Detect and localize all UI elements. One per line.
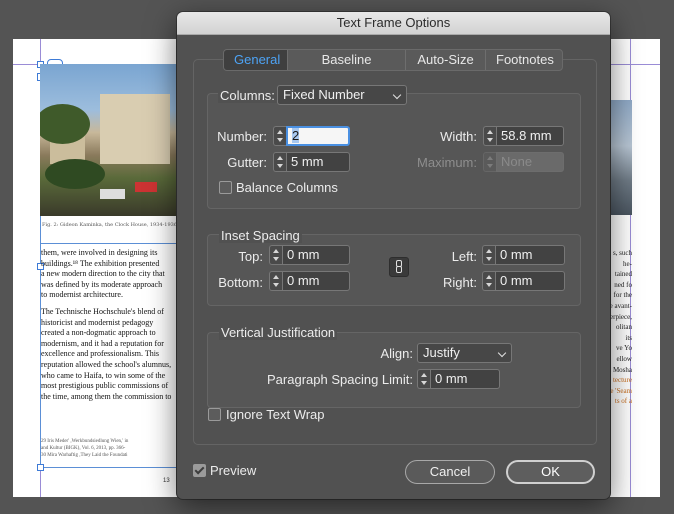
tab-baseline-options[interactable]: Baseline Options: [288, 50, 406, 70]
width-label: Width:: [440, 129, 477, 144]
paragraph-spacing-stepper[interactable]: [417, 369, 430, 389]
frame-handle[interactable]: [37, 464, 44, 471]
paragraph: them, were involved in designing its bui…: [41, 248, 181, 301]
text-line: excellence and professionalism. This: [41, 349, 160, 359]
columns-type-value: Fixed Number: [283, 87, 365, 102]
gutter-stepper[interactable]: [273, 152, 286, 172]
text-line: modernism, and it had a reputation for: [41, 338, 164, 348]
maximum-field: None: [483, 152, 564, 172]
inset-top-input[interactable]: 0 mm: [282, 245, 350, 265]
text-line: created a non-dogmatic approach to: [41, 328, 156, 338]
columns-type-select[interactable]: Fixed Number: [277, 85, 407, 105]
inset-bottom-stepper[interactable]: [269, 271, 282, 291]
cancel-button[interactable]: Cancel: [405, 460, 495, 484]
ok-button[interactable]: OK: [506, 460, 595, 484]
text-line: the time, among them the commission to: [41, 391, 172, 401]
align-select[interactable]: Justify: [417, 343, 512, 363]
gutter-field[interactable]: 5 mm: [273, 152, 350, 172]
align-value: Justify: [423, 345, 460, 360]
paragraph: The Technische Hochschule's blend of his…: [41, 307, 181, 402]
inset-spacing-title: Inset Spacing: [219, 228, 302, 243]
inset-bottom-field[interactable]: 0 mm: [269, 271, 350, 291]
selected-frame-edge: [40, 243, 178, 244]
text-line: a new modern direction to the city that: [41, 269, 165, 279]
vertical-justification-title: Vertical Justification: [219, 325, 338, 340]
tab-general[interactable]: General: [224, 50, 288, 70]
text-line: to modernist architecture.: [41, 290, 123, 300]
inset-right-stepper[interactable]: [482, 271, 495, 291]
vertical-justification-group: [207, 332, 581, 408]
selected-frame-edge: [40, 467, 178, 468]
paragraph-spacing-field[interactable]: 0 mm: [417, 369, 500, 389]
chevron-down-icon: [392, 90, 402, 100]
number-field[interactable]: 2: [273, 126, 350, 146]
chevron-down-icon: [497, 348, 507, 358]
tab-footnotes[interactable]: Footnotes: [486, 50, 562, 70]
width-input[interactable]: 58.8 mm: [496, 126, 564, 146]
number-label: Number:: [217, 129, 267, 144]
inset-right-input[interactable]: 0 mm: [495, 271, 565, 291]
footnote-line: and Kultur (BIGK), Vol. 6, 2013, pp. 366…: [41, 446, 126, 451]
maximum-stepper: [483, 152, 496, 172]
inset-top-stepper[interactable]: [269, 245, 282, 265]
inset-right-field[interactable]: 0 mm: [482, 271, 565, 291]
maximum-label: Maximum:: [417, 155, 477, 170]
tab-bar: General Baseline Options Auto-Size Footn…: [223, 49, 563, 71]
text-line: was defined by its moderate approach: [41, 279, 163, 289]
text-line: The Technische Hochschule's blend of: [41, 306, 164, 316]
chain-link-icon[interactable]: [389, 257, 409, 277]
text-line: who came to Haifa, to win some of the: [41, 370, 166, 380]
inset-left-label: Left:: [451, 249, 477, 264]
inset-left-input[interactable]: 0 mm: [495, 245, 565, 265]
inset-left-field[interactable]: 0 mm: [482, 245, 565, 265]
gutter-input[interactable]: 5 mm: [286, 152, 350, 172]
paragraph-spacing-input[interactable]: 0 mm: [430, 369, 500, 389]
text-line: historicist and modernist pedagogy: [41, 317, 154, 327]
inset-right-label: Right:: [443, 275, 477, 290]
text-frame-options-dialog: Text Frame Options General Baseline Opti…: [177, 12, 610, 499]
number-value: 2: [292, 128, 300, 143]
inset-bottom-label: Bottom:: [218, 275, 263, 290]
gutter-label: Gutter:: [227, 155, 267, 170]
preview-checkbox[interactable]: [193, 464, 206, 477]
width-field[interactable]: 58.8 mm: [483, 126, 564, 146]
dialog-title[interactable]: Text Frame Options: [177, 12, 610, 35]
width-stepper[interactable]: [483, 126, 496, 146]
preview-label[interactable]: Preview: [210, 463, 256, 478]
text-line: them, were involved in designing its: [41, 248, 158, 257]
body-text: them, were involved in designing its bui…: [41, 248, 181, 408]
inset-left-stepper[interactable]: [482, 245, 495, 265]
balance-columns-label[interactable]: Balance Columns: [236, 180, 338, 195]
page-number: 13: [163, 478, 170, 484]
number-stepper[interactable]: [273, 126, 286, 146]
text-line: reputation allowed the school's alumnus,: [41, 359, 172, 369]
maximum-input: None: [496, 152, 564, 172]
ignore-text-wrap-label[interactable]: Ignore Text Wrap: [226, 407, 325, 422]
footnote-line: 30 Mira Warhaftig ,They Laid the Foundat…: [41, 453, 128, 458]
balance-columns-checkbox[interactable]: [219, 181, 232, 194]
text-line: most prestigious public commissions of: [41, 381, 169, 391]
align-label: Align:: [380, 346, 413, 361]
inset-top-field[interactable]: 0 mm: [269, 245, 350, 265]
number-input[interactable]: 2: [286, 126, 350, 146]
tab-auto-size[interactable]: Auto-Size: [406, 50, 486, 70]
inset-bottom-input[interactable]: 0 mm: [282, 271, 350, 291]
footnotes: 29 Iris Meder' ,Werkbundsiedlung Wien,' …: [41, 438, 181, 459]
inset-top-label: Top:: [238, 249, 263, 264]
ignore-text-wrap-checkbox[interactable]: [208, 408, 221, 421]
columns-label: Columns:: [218, 88, 277, 103]
text-line: buildings.¹⁸ The exhibition presented: [41, 258, 160, 268]
photo-caption: Fig. 2: Gideon Kaminka, the Clock House,…: [42, 222, 178, 228]
document-photo: [40, 64, 178, 216]
footnote-line: 29 Iris Meder' ,Werkbundsiedlung Wien,' …: [41, 439, 129, 444]
paragraph-spacing-label: Paragraph Spacing Limit:: [267, 372, 413, 387]
